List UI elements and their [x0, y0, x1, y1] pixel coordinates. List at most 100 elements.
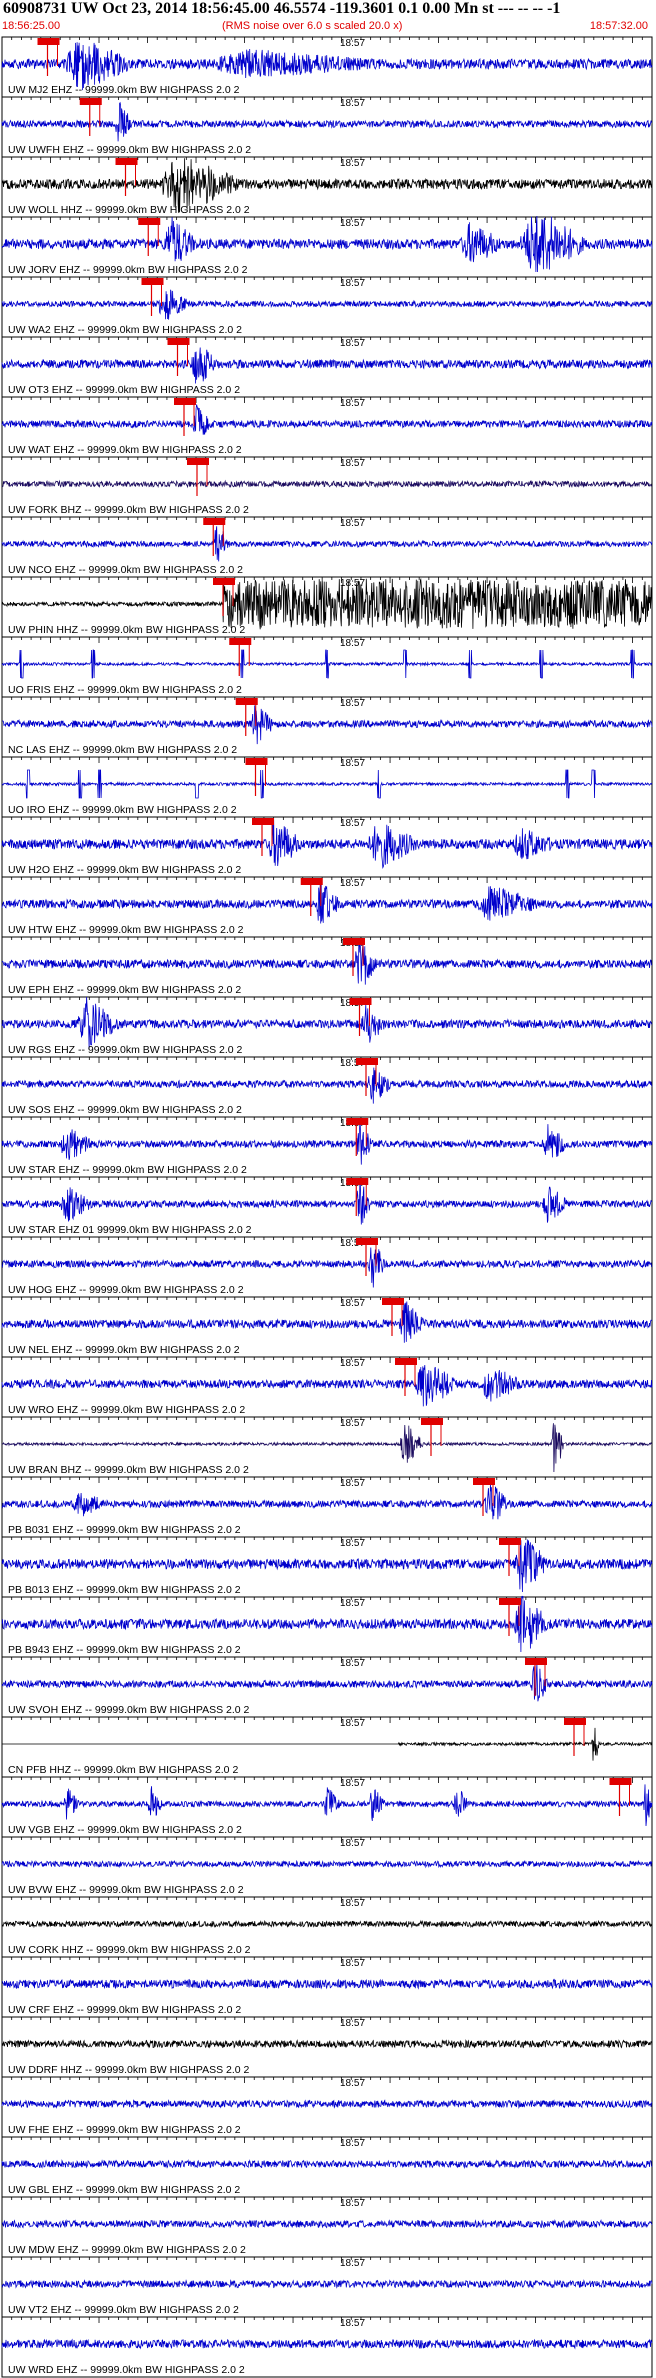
event-title: 60908731 UW Oct 23, 2014 18:56:45.00 46.…	[3, 0, 561, 17]
pick-marker	[167, 338, 190, 345]
waveform-trace	[1, 939, 653, 985]
trace-row: 18:57 UW CORK HHZ -- 99999.0km BW HIGHPAS…	[1, 1896, 653, 1956]
time-ticks	[1, 1117, 653, 1123]
station-label: UW WRO EHZ -- 99999.0km BW HIGHPASS 2.0 …	[8, 1404, 245, 1416]
time-ticks	[1, 877, 653, 883]
waveform-trace	[1, 649, 653, 679]
center-tick-label: 18:57	[340, 2318, 365, 2329]
trace-row: 18:57 UW MDW EHZ -- 99999.0km BW HIGHPASS…	[1, 2196, 653, 2256]
pick-marker	[343, 938, 365, 945]
waveform-trace	[1, 2219, 653, 2229]
waveform-trace	[1, 2159, 653, 2169]
pick-marker	[174, 398, 196, 405]
pick-marker	[252, 818, 274, 825]
waveform-trace	[1, 42, 653, 91]
time-ticks	[1, 1477, 653, 1483]
pick-marker	[346, 1118, 369, 1125]
station-label: UO FRIS EHZ -- 99999.0km BW HIGHPASS 2.0…	[8, 684, 242, 696]
station-label: UW STAR EHZ 01 99999.0km BW HIGHPASS 2.0…	[8, 1224, 252, 1236]
station-label: UW RGS EHZ -- 99999.0km BW HIGHPASS 2.0 …	[8, 1044, 243, 1056]
pick-marker	[356, 1238, 378, 1245]
pick-marker	[235, 698, 258, 705]
pick-marker	[395, 1358, 417, 1365]
station-label: UW CRF EHZ -- 99999.0km BW HIGHPASS 2.0 …	[8, 2004, 241, 2016]
station-label: UW MDW EHZ -- 99999.0km BW HIGHPASS 2.0 …	[8, 2244, 246, 2256]
trace-row: 18:57UW STAR EHZ -- 99999.0km BW HIGHPAS…	[1, 1116, 653, 1176]
center-tick-label: 18:57	[340, 1478, 365, 1489]
waveform-trace	[1, 1662, 653, 1702]
time-ticks	[1, 937, 653, 943]
station-label: UW DDRF HHZ -- 99999.0km BW HIGHPASS 2.0…	[8, 2064, 250, 2076]
pick-marker	[245, 758, 268, 765]
station-label: UW MJ2 EHZ -- 99999.0km BW HIGHPASS 2.0 …	[8, 84, 240, 96]
waveform-trace	[1, 404, 653, 435]
station-label: UW WAT EHZ -- 99999.0km BW HIGHPASS 2.0 …	[8, 444, 242, 456]
center-tick-label: 18:57	[340, 578, 365, 589]
trace-row: 18:57 UW NCO EHZ -- 99999.0km BW HIGHPASS…	[1, 516, 653, 576]
end-time: 18:57:32.00	[589, 20, 648, 32]
center-tick-label: 18:57	[340, 2018, 365, 2029]
station-label: UO IRO EHZ -- 99999.0km BW HIGHPASS 2.0 …	[8, 804, 237, 816]
time-ticks	[1, 1777, 653, 1783]
time-ticks	[1, 2197, 653, 2203]
trace-row: 18:57 UW PHIN HHZ -- 99999.0km BW HIGHPAS…	[1, 576, 653, 636]
time-ticks	[1, 697, 653, 703]
time-ticks	[1, 457, 653, 463]
time-ticks	[1, 1237, 653, 1243]
trace-row: 18:57 UW FORK BHZ -- 99999.0km BW HIGHPAS…	[1, 456, 653, 516]
trace-row: 18:57 UW NEL EHZ -- 99999.0km BW HIGHPASS…	[1, 1296, 653, 1356]
center-tick-label: 18:57	[340, 878, 365, 889]
pick-marker	[499, 1598, 521, 1605]
seismogram-plot: 18:57 UW MJ2 EHZ -- 99999.0km BW HIGHPASS…	[1, 36, 653, 2378]
waveform-trace	[1, 819, 653, 869]
station-label: PB B013 EHZ -- 99999.0km BW HIGHPASS 2.0…	[8, 1584, 241, 1596]
waveform-trace	[1, 880, 653, 924]
waveform-trace	[1, 2279, 653, 2289]
time-ticks	[1, 1357, 653, 1363]
waveform-trace	[1, 1301, 653, 1343]
time-ticks	[1, 1057, 653, 1063]
station-label: UW GBL EHZ -- 99999.0km BW HIGHPASS 2.0 …	[8, 2184, 240, 2196]
station-label: UW UWFH EHZ -- 99999.0km BW HIGHPASS 2.0…	[8, 144, 251, 156]
pick-marker	[37, 38, 60, 45]
time-ticks	[1, 1537, 653, 1543]
waveform-trace	[1, 2338, 653, 2350]
trace-row: 18:57 UW BRAN BHZ -- 99999.0km BW HIGHPAS…	[1, 1416, 653, 1476]
trace-row: 18:57 UO FRIS EHZ -- 99999.0km BW HIGHPAS…	[1, 636, 653, 696]
pick-marker	[421, 1418, 443, 1425]
waveform-trace	[1, 2039, 653, 2049]
time-ticks	[1, 337, 653, 343]
station-label: UW VT2 EHZ -- 99999.0km BW HIGHPASS 2.0 …	[8, 2304, 239, 2316]
trace-row: 18:57 UW H2O EHZ -- 99999.0km BW HIGHPASS…	[1, 816, 653, 876]
time-ticks	[1, 517, 653, 523]
time-ticks	[1, 1297, 653, 1303]
center-tick-label: 18:57	[340, 698, 365, 709]
rms-note: (RMS noise over 6.0 s scaled 20.0 x)	[222, 20, 403, 32]
waveform-trace	[1, 347, 653, 384]
station-label: UW NCO EHZ -- 99999.0km BW HIGHPASS 2.0 …	[8, 564, 243, 576]
time-ticks	[1, 1837, 653, 1843]
pick-marker	[609, 1778, 632, 1785]
pick-marker	[300, 878, 323, 885]
pick-marker	[187, 458, 209, 465]
trace-row: 18:57 UW CRF EHZ -- 99999.0km BW HIGHPASS…	[1, 1956, 653, 2016]
waveform-trace	[1, 1978, 653, 1990]
center-tick-label: 18:57	[340, 1898, 365, 1909]
time-ticks	[1, 757, 653, 763]
station-label: UW FHE EHZ -- 99999.0km BW HIGHPASS 2.0 …	[8, 2124, 241, 2136]
trace-row: 18:57 PB B013 EHZ -- 99999.0km BW HIGHPAS…	[1, 1536, 653, 1596]
trace-row: 18:57 UW WAT EHZ -- 99999.0km BW HIGHPASS…	[1, 396, 653, 456]
time-ticks	[1, 2017, 653, 2023]
waveform-trace	[1, 526, 653, 562]
station-label: PB B031 EHZ -- 99999.0km BW HIGHPASS 2.0…	[8, 1524, 241, 1536]
waveform-trace	[1, 1919, 653, 1929]
time-ticks	[1, 1717, 653, 1723]
station-label: UW SOS EHZ -- 99999.0km BW HIGHPASS 2.0 …	[8, 1104, 242, 1116]
pick-marker	[473, 1478, 495, 1485]
station-label: NC LAS EHZ -- 99999.0km BW HIGHPASS 2.0 …	[8, 744, 237, 756]
center-tick-label: 18:57	[340, 158, 365, 169]
trace-row: 18:57 UW UWFH EHZ -- 99999.0km BW HIGHPAS…	[1, 96, 653, 156]
trace-row: 18:57 PB B031 EHZ -- 99999.0km BW HIGHPAS…	[1, 1476, 653, 1536]
time-ticks	[1, 1657, 653, 1663]
time-ticks	[1, 577, 653, 583]
